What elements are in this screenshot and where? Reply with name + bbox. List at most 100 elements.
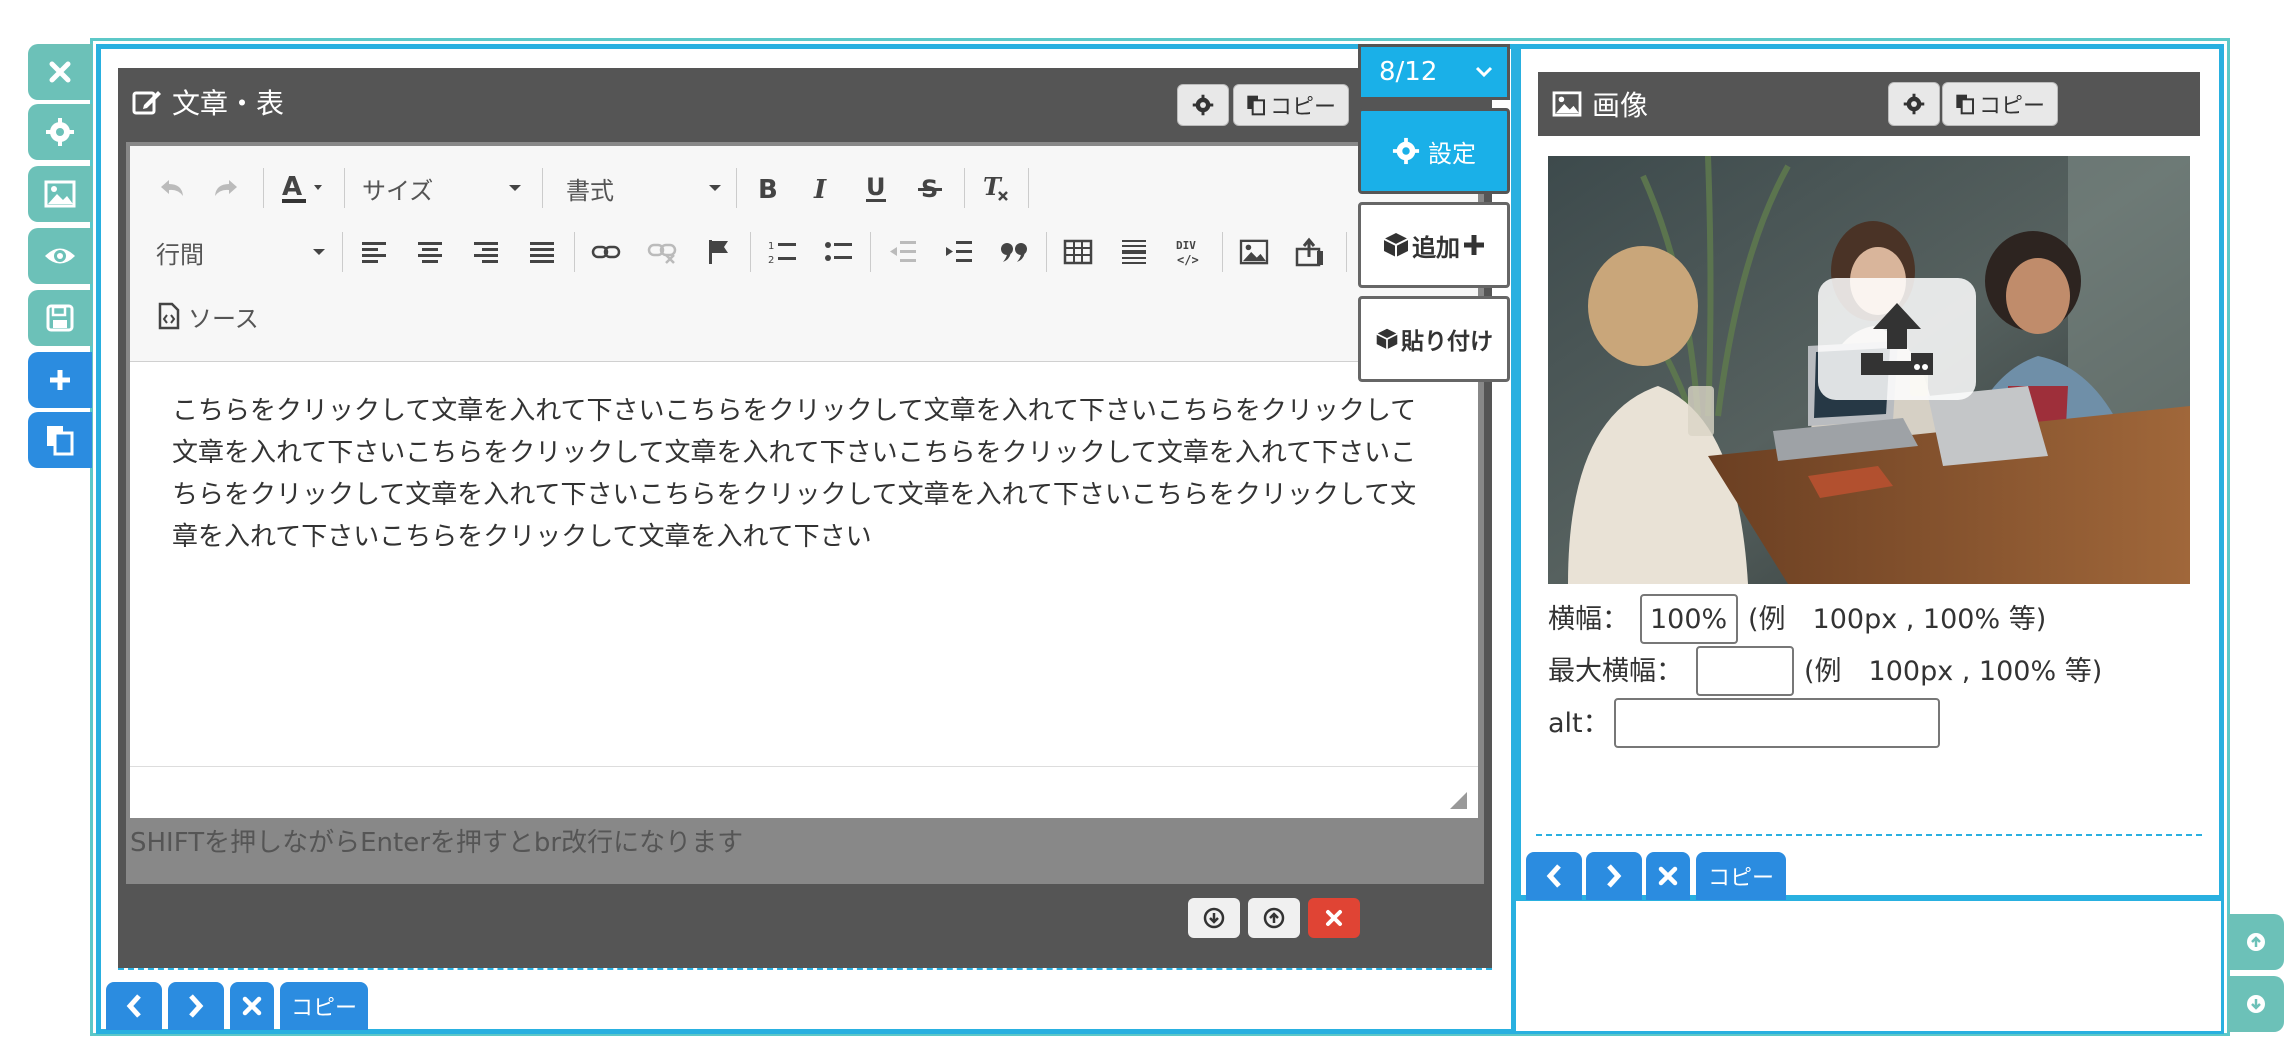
anchor-button[interactable] bbox=[698, 232, 738, 272]
align-left-button[interactable] bbox=[354, 232, 394, 272]
section-add-button[interactable] bbox=[28, 352, 92, 408]
editor-hint: SHIFTを押しながらEnterを押すとbr改行になります bbox=[130, 828, 744, 858]
section-save-button[interactable] bbox=[28, 290, 92, 346]
source-code-icon bbox=[158, 302, 180, 330]
close-icon bbox=[242, 996, 262, 1016]
resize-handle-icon[interactable] bbox=[1448, 790, 1468, 810]
unlink-icon bbox=[647, 240, 677, 264]
bulleted-list-button[interactable] bbox=[818, 232, 858, 272]
source-button[interactable]: ソース bbox=[158, 296, 268, 336]
column-width-select[interactable]: 8/12 bbox=[1358, 44, 1510, 100]
horizontal-rule-icon bbox=[1120, 238, 1148, 266]
arrow-circle-down-icon bbox=[2245, 993, 2267, 1015]
settings-action-label: 設定 bbox=[1428, 139, 1476, 168]
text-color-button[interactable]: A bbox=[276, 168, 332, 208]
close-icon bbox=[1325, 909, 1343, 927]
arrow-circle-down-icon bbox=[1203, 907, 1225, 929]
chevron-down-icon bbox=[1475, 66, 1493, 78]
arrow-circle-up-icon bbox=[1263, 907, 1285, 929]
move-up-button[interactable] bbox=[1248, 898, 1300, 938]
max-width-example: (例 100px , 100% 等) bbox=[1804, 656, 2103, 687]
column-prev-button[interactable] bbox=[1526, 852, 1582, 900]
editor-toolbar: A サイズ 書式 B I U S T 行間 bbox=[130, 146, 1478, 362]
column-copy-button[interactable]: コピー bbox=[280, 982, 368, 1030]
move-down-button[interactable] bbox=[1188, 898, 1240, 938]
section-image-button[interactable] bbox=[28, 166, 92, 222]
column-copy-button[interactable]: コピー bbox=[1696, 852, 1786, 900]
add-block-label: 追加 bbox=[1412, 233, 1460, 262]
section-copy-button[interactable] bbox=[28, 412, 92, 468]
image-upload-button[interactable] bbox=[1818, 278, 1976, 400]
numbered-list-button[interactable]: 12 bbox=[762, 232, 802, 272]
image-block-settings-button[interactable] bbox=[1888, 82, 1940, 126]
link-button[interactable] bbox=[586, 232, 626, 272]
editor-statusbar bbox=[130, 766, 1478, 818]
gear-icon bbox=[1192, 94, 1214, 116]
indent-button[interactable] bbox=[938, 232, 978, 272]
text-block-settings-button[interactable] bbox=[1177, 84, 1229, 126]
indent-icon bbox=[944, 239, 972, 265]
text-block-copy-button[interactable]: コピー bbox=[1233, 84, 1349, 126]
settings-action-button[interactable]: 設定 bbox=[1358, 108, 1510, 194]
image-preview[interactable] bbox=[1548, 156, 2190, 584]
undo-button[interactable] bbox=[152, 168, 192, 208]
format-select[interactable]: 書式 bbox=[566, 168, 722, 208]
blockquote-button[interactable] bbox=[994, 232, 1034, 272]
column-empty[interactable] bbox=[1516, 898, 2224, 1034]
image-block-copy-button[interactable]: コピー bbox=[1942, 82, 2058, 126]
unlink-button[interactable] bbox=[642, 232, 682, 272]
redo-button[interactable] bbox=[206, 168, 246, 208]
underline-button[interactable]: U bbox=[856, 168, 896, 208]
column-delete-button[interactable] bbox=[230, 982, 274, 1030]
svg-text:1: 1 bbox=[768, 241, 774, 252]
section-settings-button[interactable] bbox=[28, 104, 92, 160]
strikethrough-button[interactable]: S bbox=[910, 168, 950, 208]
plus-icon bbox=[47, 367, 73, 393]
paste-block-button[interactable]: 貼り付け bbox=[1358, 296, 1510, 382]
table-button[interactable] bbox=[1058, 232, 1098, 272]
upload-file-button[interactable] bbox=[1290, 232, 1330, 272]
align-center-button[interactable] bbox=[410, 232, 450, 272]
insert-image-button[interactable] bbox=[1234, 232, 1274, 272]
horizontal-rule-button[interactable] bbox=[1114, 232, 1154, 272]
gear-icon bbox=[45, 117, 75, 147]
chevron-left-icon bbox=[1545, 863, 1563, 889]
svg-text:U: U bbox=[866, 173, 886, 201]
remove-format-button[interactable]: T bbox=[976, 168, 1016, 208]
gear-icon bbox=[1392, 137, 1420, 165]
max-width-input[interactable] bbox=[1696, 646, 1794, 696]
paste-block-label: 貼り付け bbox=[1401, 329, 1493, 355]
alt-label: alt： bbox=[1548, 708, 1610, 739]
align-right-button[interactable] bbox=[466, 232, 506, 272]
line-height-select[interactable]: 行間 bbox=[156, 232, 326, 272]
upload-icon bbox=[1295, 237, 1325, 267]
div-container-button[interactable]: DIV </> bbox=[1170, 232, 1210, 272]
editor-content[interactable]: こちらをクリックして文章を入れて下さいこちらをクリックして文章を入れて下さいこち… bbox=[130, 362, 1478, 766]
font-size-select[interactable]: サイズ bbox=[362, 168, 522, 208]
width-example: (例 100px , 100% 等) bbox=[1748, 604, 2047, 635]
bold-button[interactable]: B bbox=[748, 168, 788, 208]
max-width-label: 最大横幅： bbox=[1548, 656, 1683, 687]
section-move-down-button[interactable] bbox=[2228, 976, 2284, 1032]
section-move-up-button[interactable] bbox=[2228, 914, 2284, 970]
section-preview-button[interactable] bbox=[28, 228, 92, 284]
eye-icon bbox=[43, 245, 77, 267]
width-input[interactable] bbox=[1640, 594, 1738, 644]
link-icon bbox=[591, 242, 621, 262]
delete-block-button[interactable] bbox=[1308, 898, 1360, 938]
toolbar-separator bbox=[542, 168, 543, 208]
italic-button[interactable]: I bbox=[802, 168, 842, 208]
toolbar-separator bbox=[263, 168, 264, 208]
alt-input[interactable] bbox=[1614, 698, 1940, 748]
add-block-button[interactable]: 追加 bbox=[1358, 202, 1510, 288]
caret-down-icon bbox=[508, 184, 522, 192]
column-prev-button[interactable] bbox=[106, 982, 162, 1030]
italic-icon: I bbox=[810, 174, 834, 202]
column-delete-button[interactable] bbox=[1646, 852, 1690, 900]
align-justify-button[interactable] bbox=[522, 232, 562, 272]
outdent-button[interactable] bbox=[882, 232, 922, 272]
toolbar-separator bbox=[750, 232, 751, 272]
column-next-button[interactable] bbox=[1586, 852, 1642, 900]
close-section-button[interactable] bbox=[28, 44, 92, 100]
column-next-button[interactable] bbox=[168, 982, 224, 1030]
